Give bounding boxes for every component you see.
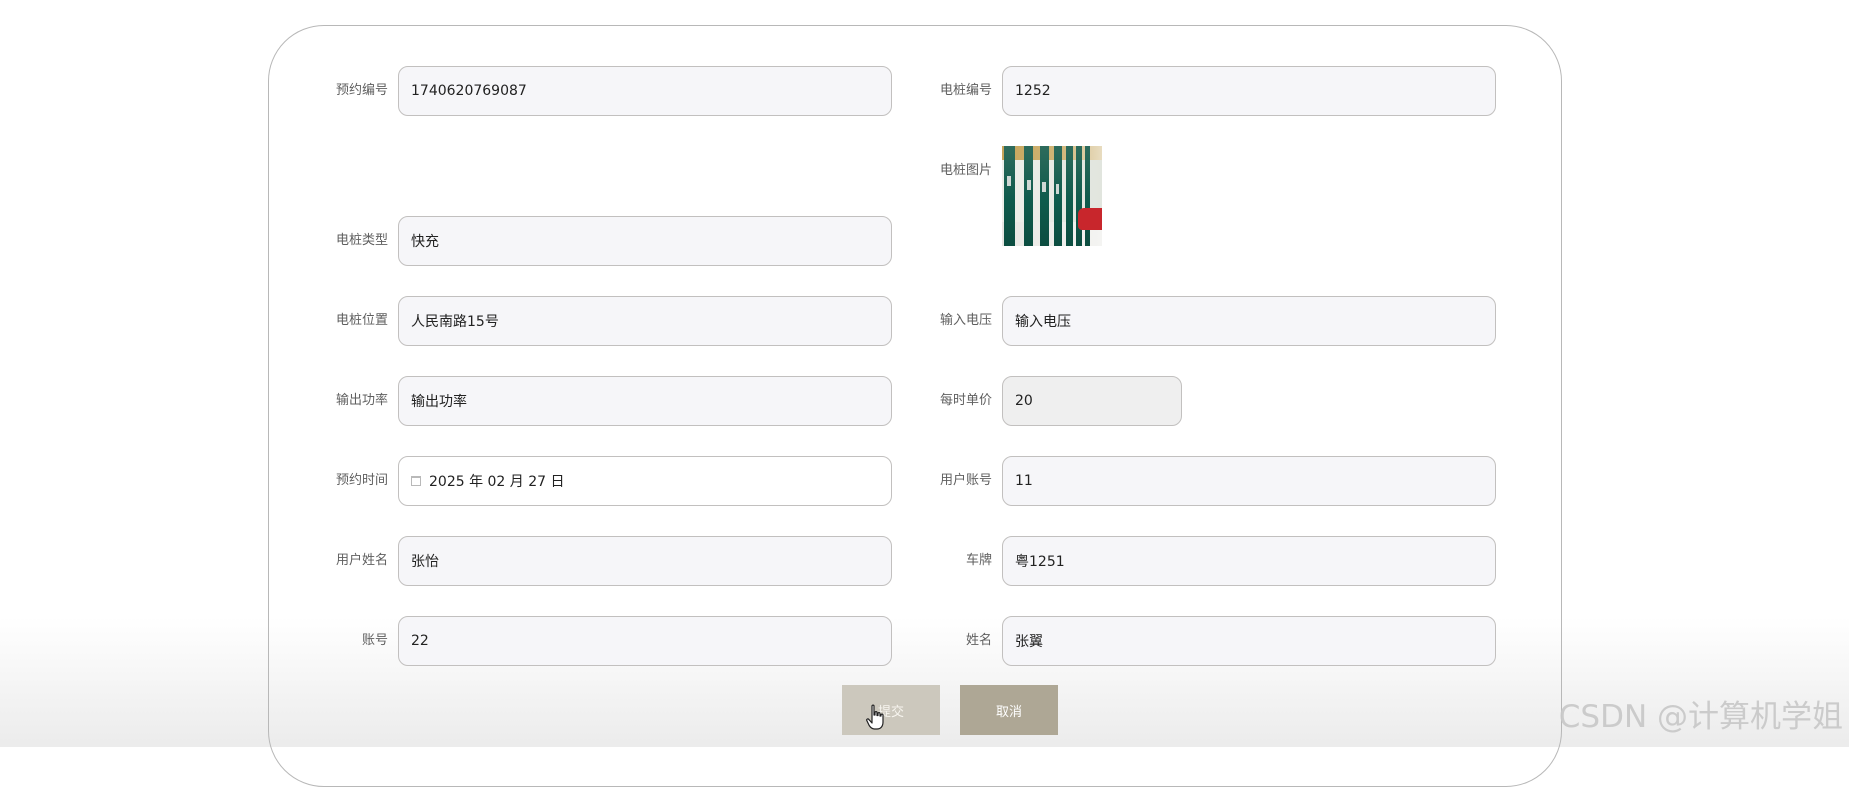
output-power-input[interactable]: 输出功率 <box>398 376 892 426</box>
cancel-button[interactable]: 取消 <box>960 685 1058 735</box>
account-value: 22 <box>411 633 429 649</box>
output-power-value: 输出功率 <box>411 394 467 410</box>
name-value: 张翼 <box>1015 634 1043 650</box>
reservation-no-value: 1740620769087 <box>411 83 527 99</box>
user-account-value: 11 <box>1015 473 1033 489</box>
submit-button[interactable]: 提交 <box>842 685 940 735</box>
pile-no-value: 1252 <box>1015 83 1051 99</box>
hourly-price-value: 20 <box>1015 393 1033 409</box>
charging-pile-image <box>1002 146 1102 246</box>
user-name-input[interactable]: 张怡 <box>398 536 892 586</box>
plate-input[interactable]: 粤1251 <box>1002 536 1496 586</box>
pile-location-value: 人民南路15号 <box>411 314 499 330</box>
name-input[interactable]: 张翼 <box>1002 616 1496 666</box>
reservation-no-label: 预约编号 <box>335 83 388 98</box>
calendar-icon <box>411 476 421 486</box>
pile-image-label: 电桩图片 <box>939 163 992 178</box>
user-account-label: 用户账号 <box>939 473 992 488</box>
plate-value: 粤1251 <box>1015 554 1065 570</box>
pile-no-input[interactable]: 1252 <box>1002 66 1496 116</box>
pile-type-value: 快充 <box>411 234 439 250</box>
input-voltage-value: 输入电压 <box>1015 314 1071 330</box>
user-name-label: 用户姓名 <box>335 553 388 568</box>
reservation-time-label: 预约时间 <box>335 473 388 488</box>
input-voltage-label: 输入电压 <box>939 313 992 328</box>
pile-no-label: 电桩编号 <box>939 83 992 98</box>
pile-type-label: 电桩类型 <box>335 233 388 248</box>
plate-label: 车牌 <box>965 553 992 568</box>
reservation-no-input[interactable]: 1740620769087 <box>398 66 892 116</box>
hand-pointer-cursor-icon <box>866 704 884 730</box>
name-label: 姓名 <box>965 633 992 648</box>
pile-type-input[interactable]: 快充 <box>398 216 892 266</box>
user-name-value: 张怡 <box>411 554 439 570</box>
output-power-label: 输出功率 <box>335 393 388 408</box>
pile-location-input[interactable]: 人民南路15号 <box>398 296 892 346</box>
hourly-price-input[interactable]: 20 <box>1002 376 1182 426</box>
user-account-input[interactable]: 11 <box>1002 456 1496 506</box>
input-voltage-input[interactable]: 输入电压 <box>1002 296 1496 346</box>
hourly-price-label: 每时单价 <box>939 393 992 408</box>
pile-location-label: 电桩位置 <box>335 313 388 328</box>
account-label: 账号 <box>361 633 388 648</box>
reservation-time-picker[interactable]: 2025 年 02 月 27 日 <box>398 456 892 506</box>
csdn-watermark: CSDN @计算机学姐 <box>1558 699 1843 735</box>
account-input[interactable]: 22 <box>398 616 892 666</box>
reservation-time-value: 2025 年 02 月 27 日 <box>429 474 565 490</box>
